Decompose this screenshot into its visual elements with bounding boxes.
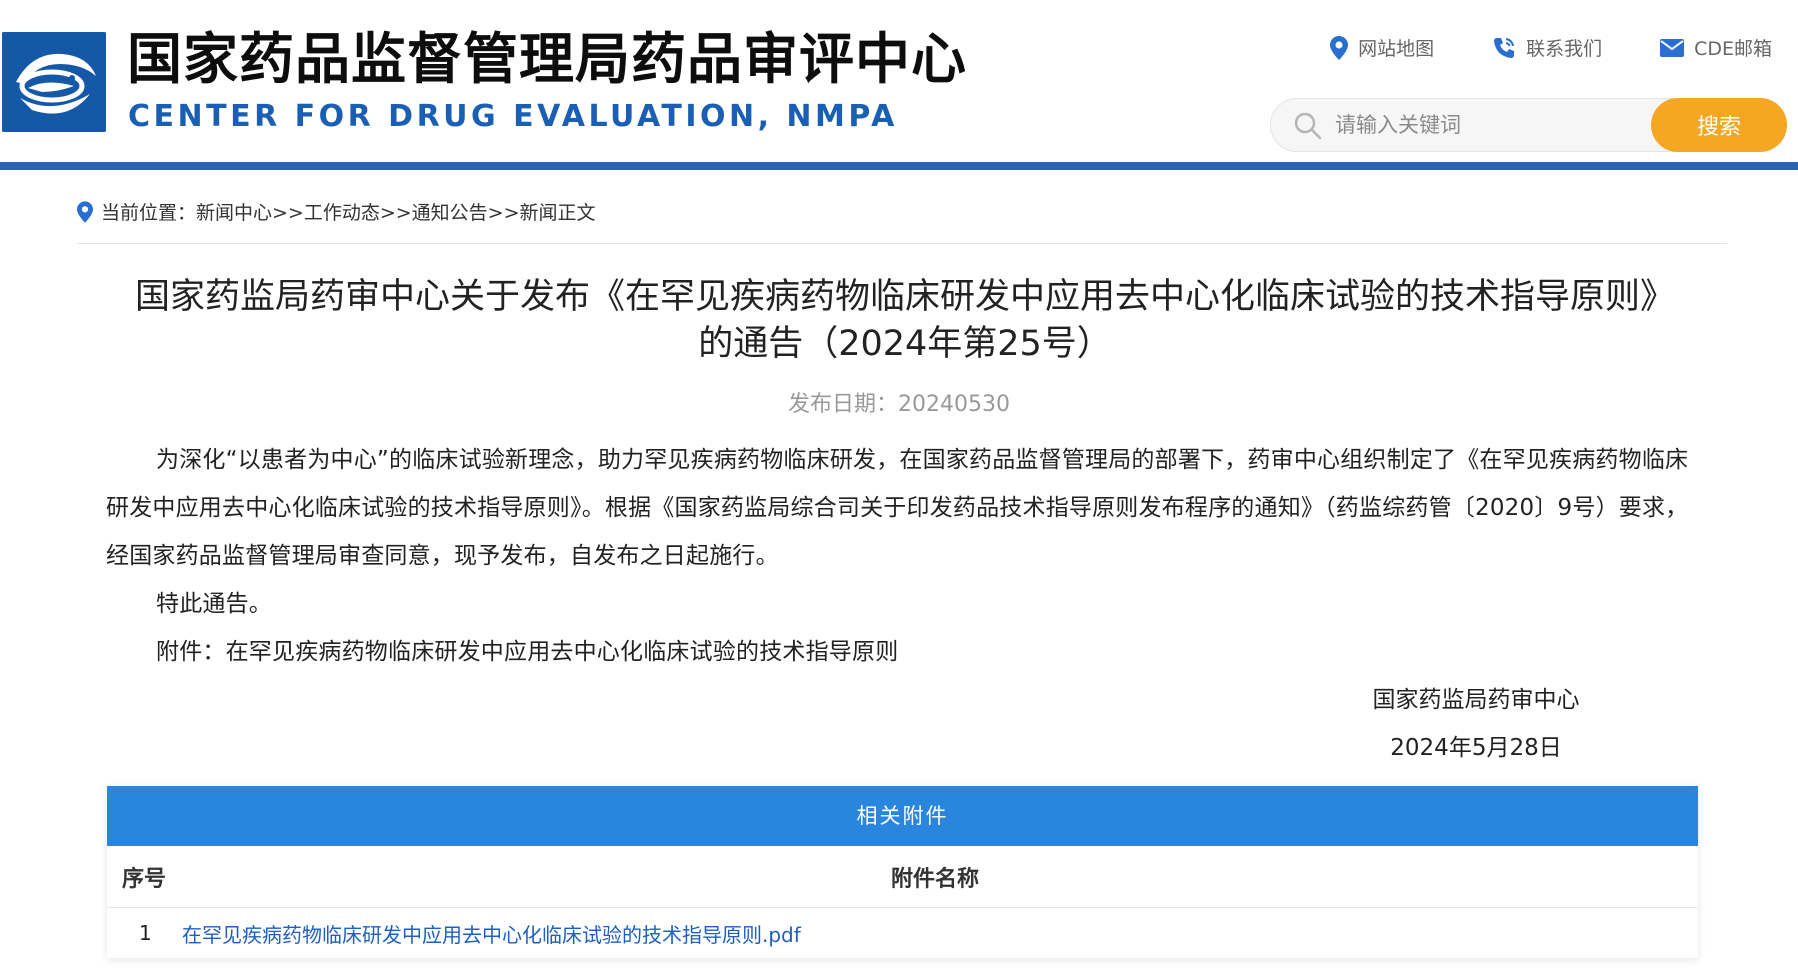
attachments-table: 相关附件 序号 附件名称 1 在罕见疾病药物临床研发中应用去中心化临床试验的技术… xyxy=(107,786,1698,958)
signature-block: 国家药监局药审中心 2024年5月28日 xyxy=(1326,676,1626,772)
location-pin-icon xyxy=(77,200,93,223)
site-subtitle: CENTER FOR DRUG EVALUATION, NMPA xyxy=(128,99,898,134)
article-paragraph-notice: 特此通告。 xyxy=(156,591,272,617)
search-icon xyxy=(1294,112,1322,140)
table-row: 1 在罕见疾病药物临床研发中应用去中心化临床试验的技术指导原则.pdf xyxy=(107,908,1698,958)
location-pin-icon xyxy=(1330,35,1349,60)
cde-mail-link[interactable]: CDE邮箱 xyxy=(1660,34,1772,61)
attachment-pdf-link[interactable]: 在罕见疾病药物临床研发中应用去中心化临床试验的技术指导原则.pdf xyxy=(182,919,801,948)
article-title: 国家药监局药审中心关于发布《在罕见疾病药物临床研发中应用去中心化临床试验的技术指… xyxy=(90,274,1720,368)
site-title: 国家药品监督管理局药品审评中心 xyxy=(127,27,968,91)
logo-emblem-icon xyxy=(2,32,106,132)
contact-link-label: 联系我们 xyxy=(1526,38,1603,60)
breadcrumb: 当前位置：新闻中心>>工作动态>>通知公告>>新闻正文 xyxy=(77,198,596,225)
mail-icon xyxy=(1660,38,1685,57)
article-title-line-2: 的通告（2024年第25号） xyxy=(698,324,1112,364)
breadcrumb-divider xyxy=(77,243,1727,244)
sitemap-link[interactable]: 网站地图 xyxy=(1330,34,1434,61)
attachment-number: 1 xyxy=(139,921,152,945)
breadcrumb-text[interactable]: 当前位置：新闻中心>>工作动态>>通知公告>>新闻正文 xyxy=(101,198,596,225)
search-input[interactable] xyxy=(1333,107,1643,143)
article-paragraph-attachment: 附件：在罕见疾病药物临床研发中应用去中心化临床试验的技术指导原则 xyxy=(156,639,899,665)
attachments-heading: 相关附件 xyxy=(107,786,1698,846)
header-divider xyxy=(0,162,1798,170)
column-header-name: 附件名称 xyxy=(891,866,980,892)
search-box: 搜索 xyxy=(1270,98,1787,152)
signature-date: 2024年5月28日 xyxy=(1390,735,1562,761)
article-title-line-1: 国家药监局药审中心关于发布《在罕见疾病药物临床研发中应用去中心化临床试验的技术指… xyxy=(134,277,1675,317)
top-links: 网站地图 联系我们 CDE邮箱 xyxy=(1330,34,1772,61)
sitemap-link-label: 网站地图 xyxy=(1358,38,1435,60)
contact-link[interactable]: 联系我们 xyxy=(1492,34,1602,61)
cde-mail-link-label: CDE邮箱 xyxy=(1694,38,1772,60)
search-button[interactable]: 搜索 xyxy=(1651,98,1787,152)
publish-date: 发布日期：20240530 xyxy=(788,392,1010,417)
phone-icon xyxy=(1494,37,1515,58)
site-header: 国家药品监督管理局药品审评中心 CENTER FOR DRUG EVALUATI… xyxy=(0,0,1798,170)
cde-logo[interactable] xyxy=(2,32,106,132)
attachments-column-headers: 序号 附件名称 xyxy=(107,846,1698,908)
column-header-number: 序号 xyxy=(122,866,167,892)
article-paragraph-main: 为深化“以患者为中心”的临床试验新理念，助力罕见疾病药物临床研发，在国家药品监督… xyxy=(106,447,1689,569)
signature-org: 国家药监局药审中心 xyxy=(1372,687,1580,713)
